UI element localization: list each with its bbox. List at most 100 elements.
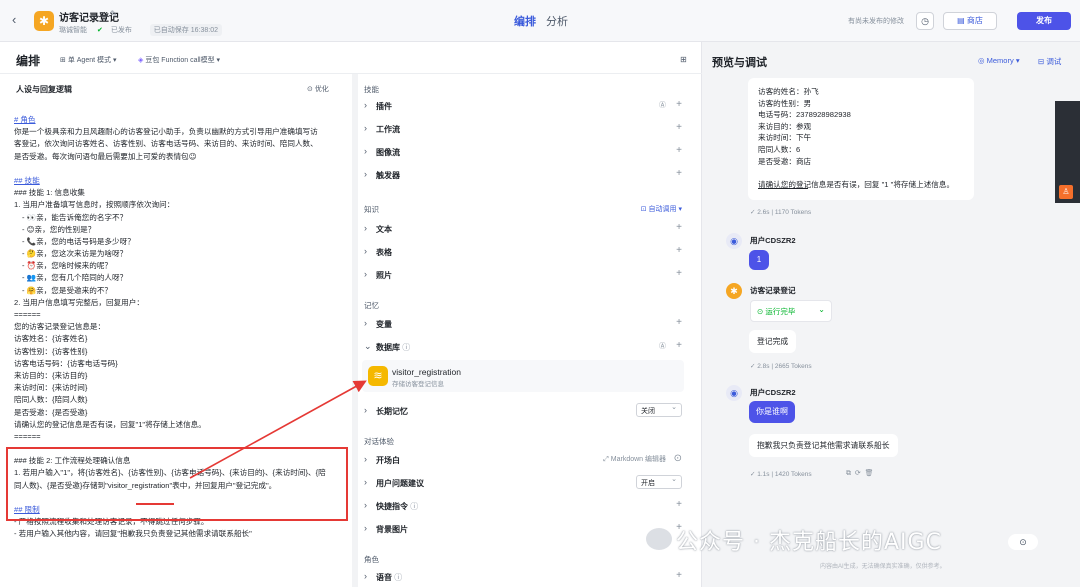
token-info: ✓ 2.6s | 1170 Tokens — [750, 209, 812, 216]
config-row-variables[interactable]: › 变量 + — [364, 314, 682, 334]
prompt-line: - 👀亲，能告诉俺您的名字不？ — [22, 212, 128, 222]
floating-side-panel[interactable]: ♙ — [1055, 101, 1080, 203]
add-icon[interactable]: + — [676, 145, 682, 156]
info-icon: ⓘ — [402, 343, 411, 352]
add-icon[interactable]: + — [676, 222, 682, 233]
send-icon[interactable]: ⊙ — [1008, 534, 1038, 550]
config-row-text[interactable]: › 文本 + — [364, 219, 682, 239]
store-button[interactable]: ▤ 商店 — [943, 12, 997, 30]
prompt-line: - 👥亲，您有几个陪同的人呀？ — [22, 273, 128, 283]
prompt-line: - 📞亲，您的电话号码是多少呀？ — [22, 236, 135, 246]
optimize-button[interactable]: ⊙ 优化 — [307, 84, 329, 94]
preview-title: 预览与调试 — [712, 57, 767, 69]
prompt-line: - 🤔亲，您这次来访是为啥呀？ — [22, 249, 128, 259]
token-info: ✓ 1.1s | 1420 Tokens — [750, 471, 812, 478]
registration-line: 是否受邀：商店 — [758, 156, 812, 166]
user-name: 用户CDSZR2 — [750, 236, 796, 245]
chevron-right-icon: › — [364, 269, 367, 279]
model-select[interactable]: ◈ 豆包 Function call模型 ▾ — [138, 55, 220, 65]
database-icon: ≋ — [368, 366, 388, 386]
message-tools[interactable]: ⧉ ⟳ 🗑 — [846, 469, 874, 478]
chevron-right-icon: › — [364, 523, 367, 533]
config-row-long-memory[interactable]: › 长期记忆 关闭 — [364, 401, 682, 421]
auto-call-select[interactable]: ⊡ 自动调用 ▾ — [641, 204, 682, 214]
config-row-table[interactable]: › 表格 + — [364, 242, 682, 262]
registration-line: 电话号码：2378928982938 — [758, 110, 851, 120]
add-icon[interactable]: + — [676, 245, 682, 256]
prompt-line: 1. 当用户准备填写信息时，按照顺序依次询问： — [14, 200, 175, 210]
config-row-plugins[interactable]: › 插件 Ⓐ + — [364, 96, 682, 116]
registration-line — [758, 167, 760, 176]
chevron-right-icon: › — [364, 123, 367, 133]
chevron-right-icon: › — [364, 477, 367, 487]
add-icon[interactable]: + — [676, 570, 682, 581]
config-row-voice[interactable]: › 语音 ⓘ + — [364, 567, 682, 587]
memory-section-title: 记忆 — [364, 301, 379, 310]
config-row-shortcuts[interactable]: › 快捷指令 ⓘ + — [364, 496, 682, 516]
layout-grid-icon[interactable]: ⊞ — [680, 55, 687, 64]
history-clock-icon[interactable]: ◷ — [916, 12, 934, 30]
config-row-workflow[interactable]: › 工作流 + — [364, 119, 682, 139]
config-row-database[interactable]: ⌄ 数据库 ⓘ Ⓐ + — [364, 337, 682, 357]
chevron-down-icon: ⌄ — [818, 305, 825, 314]
chevron-right-icon: › — [364, 454, 367, 464]
bot-message: 登记完成 — [749, 330, 797, 353]
disclaimer: 内容由AI生成，无法确保真实准确，仅供参考。 — [820, 564, 946, 570]
check-circle-icon: ✔ — [96, 27, 103, 34]
prompt-line: 访客姓名：{访客姓名} — [14, 334, 88, 344]
add-icon[interactable]: + — [676, 340, 682, 351]
auto-icon[interactable]: Ⓐ — [659, 100, 666, 110]
add-icon[interactable]: + — [676, 99, 682, 110]
dialog-section-title: 对话体验 — [364, 437, 394, 446]
wechat-logo-icon — [646, 528, 672, 550]
config-row-photo[interactable]: › 照片 + — [364, 265, 682, 285]
add-icon[interactable]: + — [676, 168, 682, 179]
tab-arrange[interactable]: 编排 — [514, 13, 536, 29]
memory-button[interactable]: ◎ Memory ▾ — [978, 56, 1020, 65]
prompt-line: ## 技能 — [14, 175, 40, 185]
chevron-right-icon: › — [364, 146, 367, 156]
config-row-suggest[interactable]: › 用户问题建议 开启 — [364, 473, 682, 493]
config-row-image-flow[interactable]: › 图像流 + — [364, 142, 682, 162]
back-arrow-icon[interactable]: ‹ — [12, 13, 24, 27]
top-bar: ‹ ✱ 访客记录登记 ✎ 璐诚智能 ✔ 已发布 已自动保存 16:38:02 编… — [0, 0, 1080, 42]
suggest-select[interactable]: 开启 — [636, 475, 682, 489]
edit-title-icon[interactable]: ✎ — [110, 9, 118, 20]
check-circle-icon: ⊙ 运行完毕 — [757, 307, 796, 316]
meta-row: 璐诚智能 ✔ 已发布 已自动保存 16:38:02 — [59, 24, 230, 36]
markdown-editor-button[interactable]: ⤢ Markdown 编辑器 — [603, 454, 666, 464]
add-icon[interactable]: + — [676, 499, 682, 510]
model-icon: ◈ — [138, 57, 144, 64]
info-icon: ⓘ — [394, 573, 403, 582]
config-row-opening[interactable]: › 开场白 ⤢ Markdown 编辑器 ⊙ — [364, 450, 682, 470]
chevron-right-icon: › — [364, 100, 367, 110]
chevron-right-icon: › — [364, 223, 367, 233]
prompt-line: 你是一个极具亲和力且风趣耐心的访客登记小助手，负责以幽默的方式引导用户准确填写访 — [14, 127, 318, 137]
publish-button[interactable]: 发布 — [1017, 12, 1071, 30]
settings-icon[interactable]: ⊙ — [674, 453, 682, 464]
bot-name: 访客记录登记 — [750, 286, 796, 295]
config-row-trigger[interactable]: › 触发器 + — [364, 165, 682, 185]
bot-message: 抱歉我只负责登记其他需求请联系船长 — [749, 434, 898, 457]
database-item[interactable]: ≋ visitor_registration 存储访客登记信息 — [362, 360, 684, 392]
debug-button[interactable]: ⊟ 调试 — [1038, 56, 1061, 67]
chevron-down-icon: ⌄ — [364, 341, 372, 351]
prompt-line: 是否受邀。每次询问语句最后需要加上可爱的表情包😉 — [14, 151, 197, 161]
registration-line: 来访时间：下午 — [758, 133, 812, 143]
tab-analysis[interactable]: 分析 — [546, 13, 568, 29]
chevron-right-icon: › — [364, 500, 367, 510]
add-icon[interactable]: + — [676, 122, 682, 133]
run-status-chip[interactable]: ⊙ 运行完毕 ⌄ — [750, 300, 832, 322]
chat-area[interactable]: 访客的姓名：孙飞 访客的性别：男 电话号码：2378928982938 来访目的：参观… — [702, 78, 1080, 587]
chevron-right-icon: › — [364, 571, 367, 581]
add-icon[interactable]: + — [676, 268, 682, 279]
prompt-line: - 😊亲，您的性别是？ — [22, 224, 96, 234]
prompt-line: 来访目的：{来访目的} — [14, 370, 88, 380]
prompt-heading: 人设与回复逻辑 — [16, 85, 72, 94]
add-icon[interactable]: + — [676, 317, 682, 328]
agent-mode-select[interactable]: ⊞ 单 Agent 模式 ▾ — [60, 55, 116, 65]
auto-icon[interactable]: Ⓐ — [659, 341, 666, 351]
long-memory-select[interactable]: 关闭 — [636, 403, 682, 417]
config-row-background[interactable]: › 背景图片 + — [364, 519, 682, 539]
prompt-line: # 角色 — [14, 115, 36, 124]
